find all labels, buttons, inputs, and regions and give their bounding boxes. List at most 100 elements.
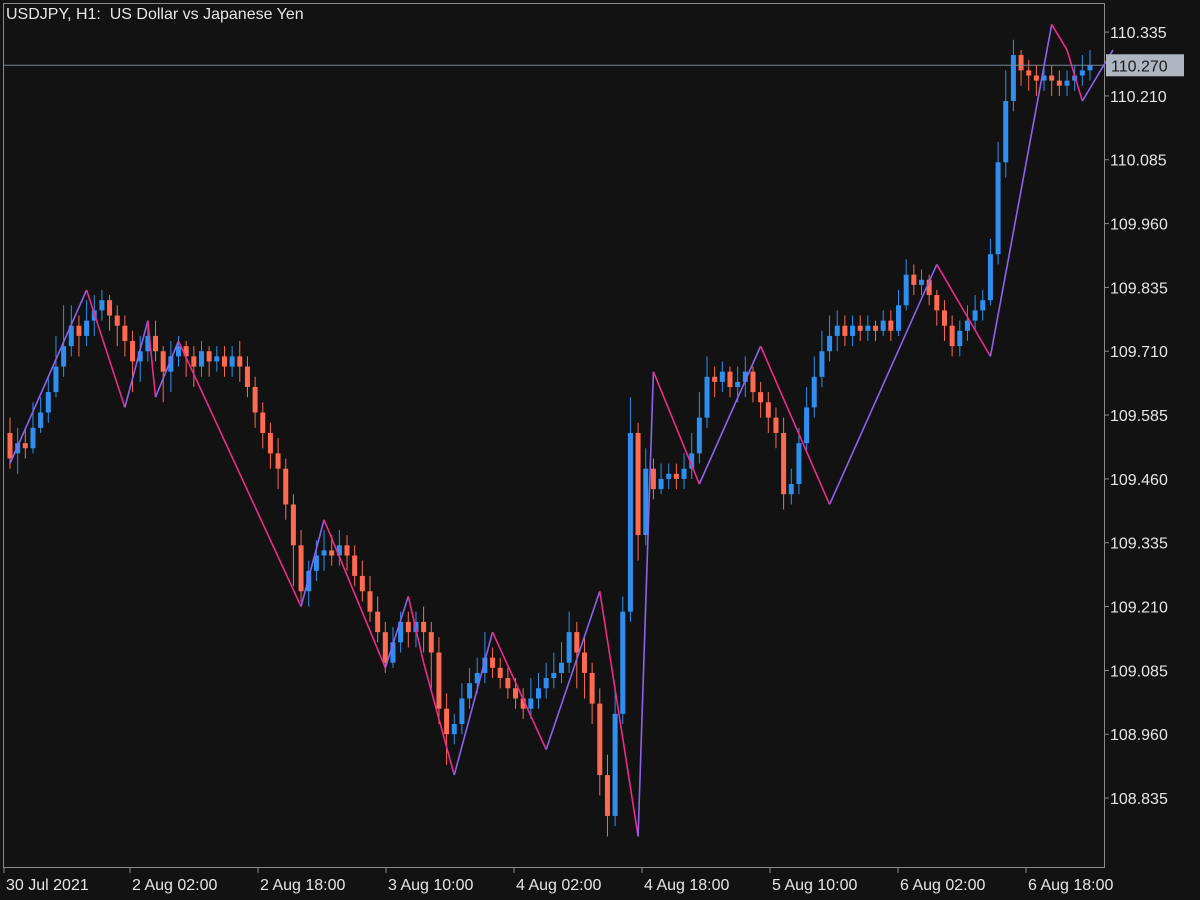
candle	[283, 458, 289, 520]
candle-body	[214, 356, 220, 362]
candle	[842, 315, 848, 347]
candle-body	[99, 300, 105, 311]
zigzag-segment	[147, 320, 157, 398]
candle-body	[191, 356, 197, 367]
candle	[1064, 70, 1070, 96]
candle	[627, 397, 633, 622]
candle	[750, 366, 756, 403]
candle-body	[467, 683, 473, 699]
candle	[290, 494, 296, 587]
time-tick-label: 3 Aug 10:00	[388, 877, 474, 894]
candle	[696, 392, 702, 464]
candle-body	[827, 335, 833, 352]
current-price-label: 110.270	[1111, 58, 1168, 75]
candle-body	[972, 310, 978, 321]
candle	[566, 611, 572, 673]
candle	[673, 463, 679, 490]
candle-body	[773, 417, 779, 433]
candle	[1079, 55, 1085, 86]
candle-body	[321, 550, 327, 556]
candle-body	[597, 703, 603, 776]
candle	[76, 315, 82, 357]
candle	[781, 417, 787, 510]
candle	[987, 238, 993, 306]
candle	[934, 289, 940, 326]
price-tick-label: 108.835	[1110, 791, 1168, 808]
candle	[497, 657, 503, 689]
candle-body	[275, 453, 281, 469]
zigzag-segment	[124, 320, 149, 408]
candle	[581, 637, 587, 699]
candles-layer	[7, 39, 1093, 837]
price-tick-label: 109.085	[1110, 663, 1168, 680]
candle-body	[719, 371, 725, 382]
candle-body	[589, 672, 595, 704]
candle	[765, 392, 771, 433]
candle-body	[260, 412, 266, 433]
candle	[68, 305, 74, 357]
candle-body	[229, 356, 235, 367]
candle-body	[765, 402, 771, 418]
candle-body	[819, 351, 825, 377]
candle	[421, 606, 427, 653]
candle-body	[1033, 75, 1039, 81]
candle	[712, 366, 718, 398]
candle-body	[1018, 55, 1024, 71]
candle-body	[1026, 70, 1032, 76]
candle	[267, 422, 273, 469]
candle	[490, 647, 496, 679]
candle	[957, 320, 963, 357]
candle-body	[980, 300, 986, 311]
candle	[620, 596, 626, 725]
candle-body	[995, 162, 1001, 255]
candle	[53, 335, 59, 398]
candle	[819, 330, 825, 387]
candle-body	[934, 295, 940, 311]
candle	[229, 346, 235, 377]
candle-body	[558, 662, 564, 673]
zigzag-segment	[828, 264, 938, 505]
candle	[536, 672, 542, 709]
candle-body	[22, 443, 28, 449]
candle-body	[505, 678, 511, 689]
candle-body	[459, 698, 465, 725]
zigzag-segment	[323, 519, 387, 669]
candle-body	[635, 432, 641, 536]
candle	[543, 662, 549, 699]
zigzag-segment	[759, 345, 831, 505]
candle	[995, 141, 1001, 265]
candle	[176, 335, 182, 367]
candle-body	[283, 468, 289, 505]
zigzag-segment	[300, 519, 325, 607]
candle	[980, 289, 986, 321]
candle	[918, 269, 924, 296]
candle	[84, 300, 90, 347]
candle-body	[367, 591, 373, 612]
candle-body	[206, 351, 212, 362]
candle	[896, 289, 902, 336]
candle	[260, 402, 266, 449]
candle	[612, 688, 618, 827]
candle	[719, 361, 725, 393]
candle-body	[298, 545, 304, 592]
candle-body	[421, 621, 427, 633]
candle-body	[788, 484, 794, 495]
candle-body	[45, 392, 51, 413]
candle-body	[949, 325, 955, 347]
candle	[1010, 39, 1016, 112]
current-price-line: 110.270	[4, 54, 1184, 77]
candle	[589, 662, 595, 725]
candle-body	[451, 724, 457, 735]
candle	[191, 346, 197, 387]
candle-body	[566, 632, 572, 663]
candle	[727, 366, 733, 398]
candle-body	[107, 300, 113, 316]
candle	[359, 560, 365, 602]
candle-body	[658, 478, 664, 490]
candle-body	[735, 381, 741, 387]
candle	[873, 320, 879, 342]
candle-body	[781, 432, 787, 495]
chart-canvas[interactable]: 110.335 110.210 110.085 109.960 109.835 109.7…	[0, 0, 1200, 900]
zigzag-segment	[154, 340, 180, 398]
candle-body	[490, 657, 496, 668]
